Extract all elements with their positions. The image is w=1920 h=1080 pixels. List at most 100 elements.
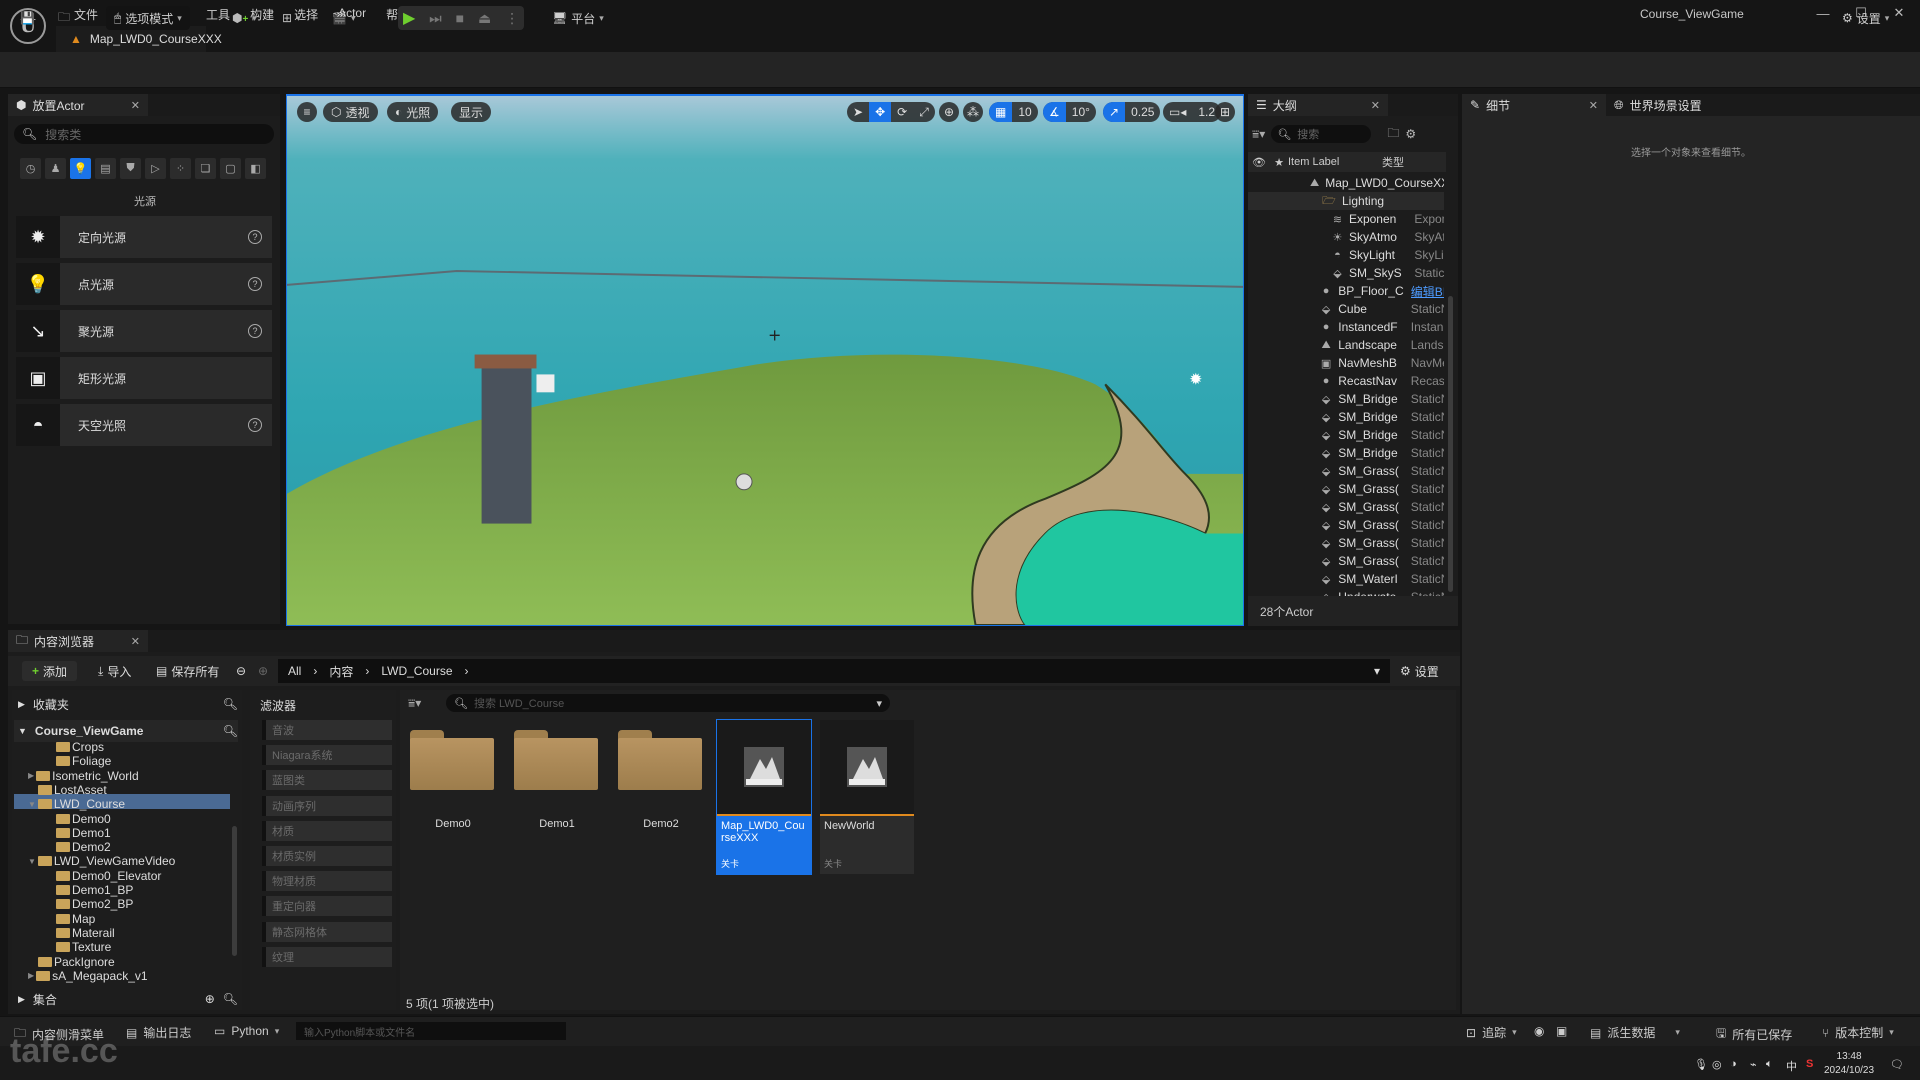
chevron-right-icon[interactable]: › — [465, 664, 469, 678]
folder-tree-item[interactable]: PackIgnore — [38, 955, 115, 969]
breadcrumb-item[interactable]: 内容 — [329, 663, 353, 680]
outliner-search-input[interactable]: 🔍︎ 搜索 — [1271, 125, 1372, 143]
add-actor-button[interactable]: ⬢+ ▾ — [232, 6, 257, 30]
breadcrumb-item[interactable]: All — [288, 664, 301, 678]
history-dropdown-icon[interactable]: ▾ — [1374, 664, 1380, 678]
geometry-icon[interactable]: ▷ — [145, 158, 166, 179]
filter-item[interactable]: Niagara系统 — [262, 745, 392, 766]
cinematics-button[interactable]: 🎬 ▾ — [332, 6, 355, 30]
outliner-row[interactable]: ⬙ SM_WaterI StaticN — [1248, 570, 1444, 588]
back-button[interactable]: ⊖ — [236, 661, 246, 681]
tree-scrollbar[interactable] — [232, 826, 237, 956]
add-folder-icon[interactable]: 🗀 — [1387, 124, 1399, 145]
basic-icon[interactable]: ♟ — [45, 158, 66, 179]
select-tool-icon[interactable]: ➤ — [847, 102, 869, 122]
light-item-rect[interactable]: ▣ 矩形光源 — [16, 357, 272, 399]
chevron-right-icon[interactable]: ▶ — [28, 971, 34, 980]
network-icon[interactable]: ⌁ — [1750, 1058, 1757, 1071]
outliner-row[interactable]: ⬙ SM_SkyS StaticN — [1248, 264, 1444, 282]
breadcrumb-item[interactable]: LWD_Course — [381, 664, 452, 678]
grid-snap-value[interactable]: 10 — [1012, 102, 1037, 122]
favorites-section[interactable]: ▶ 收藏夹 🔍︎ — [18, 693, 238, 715]
outliner-scrollbar[interactable] — [1448, 296, 1453, 592]
search-icon[interactable]: 🔍︎ — [223, 992, 238, 1006]
filter-item[interactable]: 蓝图类 — [262, 770, 392, 791]
folder-tree-item[interactable]: Demo0_Elevator — [56, 869, 161, 883]
outliner-row[interactable]: ⬙ SM_Grass(StaticN — [1248, 516, 1444, 534]
folder-tree-item[interactable]: Map — [56, 912, 95, 926]
sogou-icon[interactable]: S — [1806, 1058, 1813, 1070]
menu-file[interactable]: 文件 — [64, 4, 108, 25]
all-classes-icon[interactable]: ❏ — [195, 158, 216, 179]
outliner-folder-lighting[interactable]: 🗁 Lighting — [1248, 192, 1444, 210]
advance-frame-button[interactable]: ⏭ — [429, 10, 442, 27]
chevron-right-icon[interactable]: ▶ — [28, 771, 34, 780]
browse-content-button[interactable]: 🗀 — [58, 6, 70, 30]
close-tab-icon[interactable]: ✕ — [1371, 99, 1380, 112]
folder-tile[interactable] — [618, 730, 704, 790]
filter-item[interactable]: 重定向器 — [262, 896, 392, 917]
save-status-button[interactable]: 🖫 所有已保存 — [1716, 1024, 1792, 1045]
outliner-item-type[interactable]: 编辑BI — [1411, 283, 1444, 300]
trace-snapshot-button[interactable]: ▣ — [1556, 1024, 1567, 1038]
angle-icon[interactable]: ∡ — [1043, 102, 1066, 122]
folder-tree-item[interactable]: ▼ LWD_ViewGameVideo — [28, 854, 175, 868]
folder-tree-item[interactable]: ▶ sA_Megapack_v1 — [28, 969, 148, 983]
folder-tree-item[interactable]: Crops — [56, 740, 104, 754]
outliner-row[interactable]: ● RecastNav Recast — [1248, 372, 1444, 390]
outliner-tab[interactable]: ☰ 大纲 ✕ — [1248, 94, 1388, 116]
folder-tree-item[interactable]: LostAsset — [38, 783, 107, 797]
close-tab-icon[interactable]: ✕ — [1589, 99, 1598, 112]
minimize-button[interactable]: — — [1808, 3, 1838, 23]
blueprint-button[interactable]: ⊞ ▾ — [282, 6, 301, 30]
world-settings-tab[interactable]: 🌐︎ 世界场景设置 — [1606, 94, 1710, 116]
folder-tree-item[interactable]: ▼ LWD_Course — [28, 797, 125, 811]
folder-tree-item[interactable]: Foliage — [56, 754, 111, 768]
platform-dropdown[interactable]: 🖥 平台 ▾ — [552, 6, 604, 30]
close-tab-icon[interactable]: ✕ — [131, 635, 140, 648]
outliner-row[interactable]: ⬙ SM_Grass(StaticN — [1248, 498, 1444, 516]
eject-button[interactable]: ⏏ — [478, 10, 491, 27]
outliner-row[interactable]: ⛰ Landscape Landsc — [1248, 336, 1445, 354]
add-button[interactable]: + 添加 — [22, 661, 78, 681]
scale-arrow-icon[interactable]: ↗ — [1103, 102, 1126, 122]
world-local-toggle[interactable]: ⊕ — [939, 102, 959, 122]
outliner-root[interactable]: ⛰ Map_LWD0_CourseXXX — [1248, 174, 1444, 192]
volume-icon[interactable]: 🔈︎ — [1766, 1058, 1773, 1071]
shapes-icon[interactable]: ▢ — [220, 158, 241, 179]
outliner-row[interactable]: ▣ NavMeshB NavMe — [1248, 354, 1444, 372]
help-icon[interactable]: ? — [248, 324, 262, 338]
asset-search-input[interactable]: 🔍︎ 搜索 LWD_Course ▾ — [446, 694, 890, 712]
type-column[interactable]: 类型 — [1382, 154, 1404, 170]
filter-item[interactable]: 动画序列 — [262, 795, 392, 816]
output-log-button[interactable]: ▤ 输出日志 — [126, 1024, 191, 1041]
show-button[interactable]: 显示 — [451, 102, 492, 122]
folder-tree-item[interactable]: Demo2_BP — [56, 897, 133, 911]
outliner-row[interactable]: ⬙ SM_Bridge StaticN — [1248, 426, 1444, 444]
search-icon[interactable]: 🔍︎ — [223, 724, 238, 738]
light-item-spot[interactable]: ↘ 聚光源 ? — [16, 310, 272, 352]
content-browser-tab[interactable]: 🗀 内容浏览器 ✕ — [8, 630, 148, 652]
import-button[interactable]: ⤓ 导入 — [98, 661, 131, 681]
viewport-scene[interactable]: + ✹ — [287, 96, 1243, 625]
asset-tile-selected[interactable]: Map_LWD0_CourseXXX 关卡 — [716, 719, 812, 875]
surface-snap-toggle[interactable]: ⁂ — [963, 102, 983, 122]
place-actor-tab[interactable]: ⬢ 放置Actor ✕ — [8, 94, 148, 116]
rotate-tool-icon[interactable]: ⟳ — [891, 102, 913, 122]
filter-item[interactable]: 音波 — [262, 720, 392, 740]
chevron-right-icon[interactable]: › — [365, 664, 369, 678]
light-item-sky[interactable]: ◓ 天空光照 ? — [16, 404, 272, 446]
outliner-row[interactable]: ⬙ Cube StaticN — [1248, 300, 1444, 318]
volumes-icon[interactable]: ⁘ — [170, 158, 191, 179]
python-command-input[interactable]: 输入Python脚本或文件名 — [296, 1022, 566, 1040]
chevron-down-icon[interactable]: ▼ — [28, 800, 36, 809]
class-search-input[interactable]: 🔍︎ 搜索类 — [14, 124, 274, 144]
outliner-row[interactable]: ≋ Exponen Expon — [1248, 210, 1444, 228]
microphone-icon[interactable]: 🎙 — [1694, 1058, 1708, 1071]
asset-tile[interactable]: NewWorld 关卡 — [820, 720, 914, 874]
outliner-row[interactable]: ⬙ SM_Grass(StaticN — [1248, 462, 1444, 480]
derived-data-dropdown[interactable]: ▤ 派生数据 ▾ — [1590, 1024, 1680, 1041]
help-icon[interactable]: ? — [248, 277, 262, 291]
save-button[interactable]: 💾 — [20, 6, 35, 30]
recent-icon[interactable]: ◷ — [20, 158, 41, 179]
